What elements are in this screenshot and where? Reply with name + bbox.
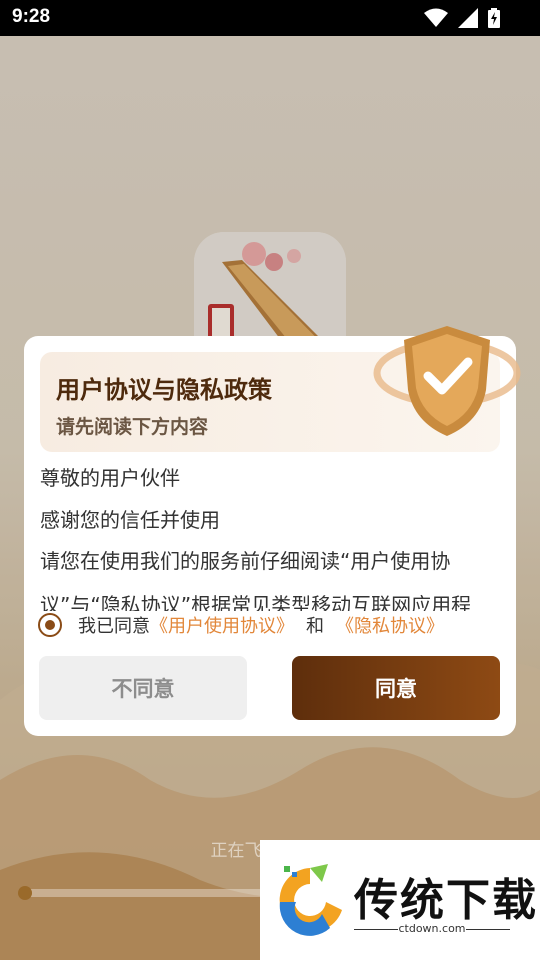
- shield-check-icon: [373, 326, 521, 436]
- privacy-dialog: 用户协议与隐私政策 请先阅读下方内容 尊敬的用户伙伴 感谢您的信任并使用 请您在…: [24, 326, 521, 736]
- dialog-subtitle: 请先阅读下方内容: [56, 416, 209, 438]
- watermark-name: 传统下载: [354, 875, 538, 926]
- dialog-title: 用户协议与隐私政策: [56, 376, 272, 404]
- wifi-icon: [424, 8, 448, 27]
- status-time: 9:28: [12, 6, 51, 27]
- agreement-row: 我已同意 《用户使用协议》 和 《隐私协议》: [38, 612, 444, 638]
- agree-radio[interactable]: [38, 613, 62, 637]
- user-agreement-link[interactable]: 《用户使用协议》: [150, 612, 294, 638]
- disagree-button[interactable]: 不同意: [39, 656, 247, 720]
- privacy-policy-link[interactable]: 《隐私协议》: [336, 612, 444, 638]
- battery-icon: [488, 8, 500, 28]
- dialog-paragraph: 请您在使用我们的服务前仔细阅读“用户使用协: [40, 549, 451, 573]
- dialog-paragraph: 议”与“隐私协议”根据常见类型移动互联网应用程: [40, 593, 472, 611]
- dialog-paragraph: 感谢您的信任并使用: [40, 508, 220, 532]
- agree-prefix: 我已同意: [78, 616, 150, 637]
- agree-conjunction: 和: [306, 616, 324, 637]
- ctdown-logo-icon: [279, 864, 342, 936]
- agree-button[interactable]: 同意: [292, 656, 500, 720]
- watermark-url: ctdown.com: [398, 922, 466, 935]
- status-bar: 9:28: [0, 0, 540, 36]
- dialog-paragraph: 尊敬的用户伙伴: [40, 466, 180, 490]
- progress-indicator: [18, 886, 32, 900]
- signal-icon: [458, 8, 478, 28]
- watermark-badge: 传统下载 ctdown.com: [260, 840, 540, 960]
